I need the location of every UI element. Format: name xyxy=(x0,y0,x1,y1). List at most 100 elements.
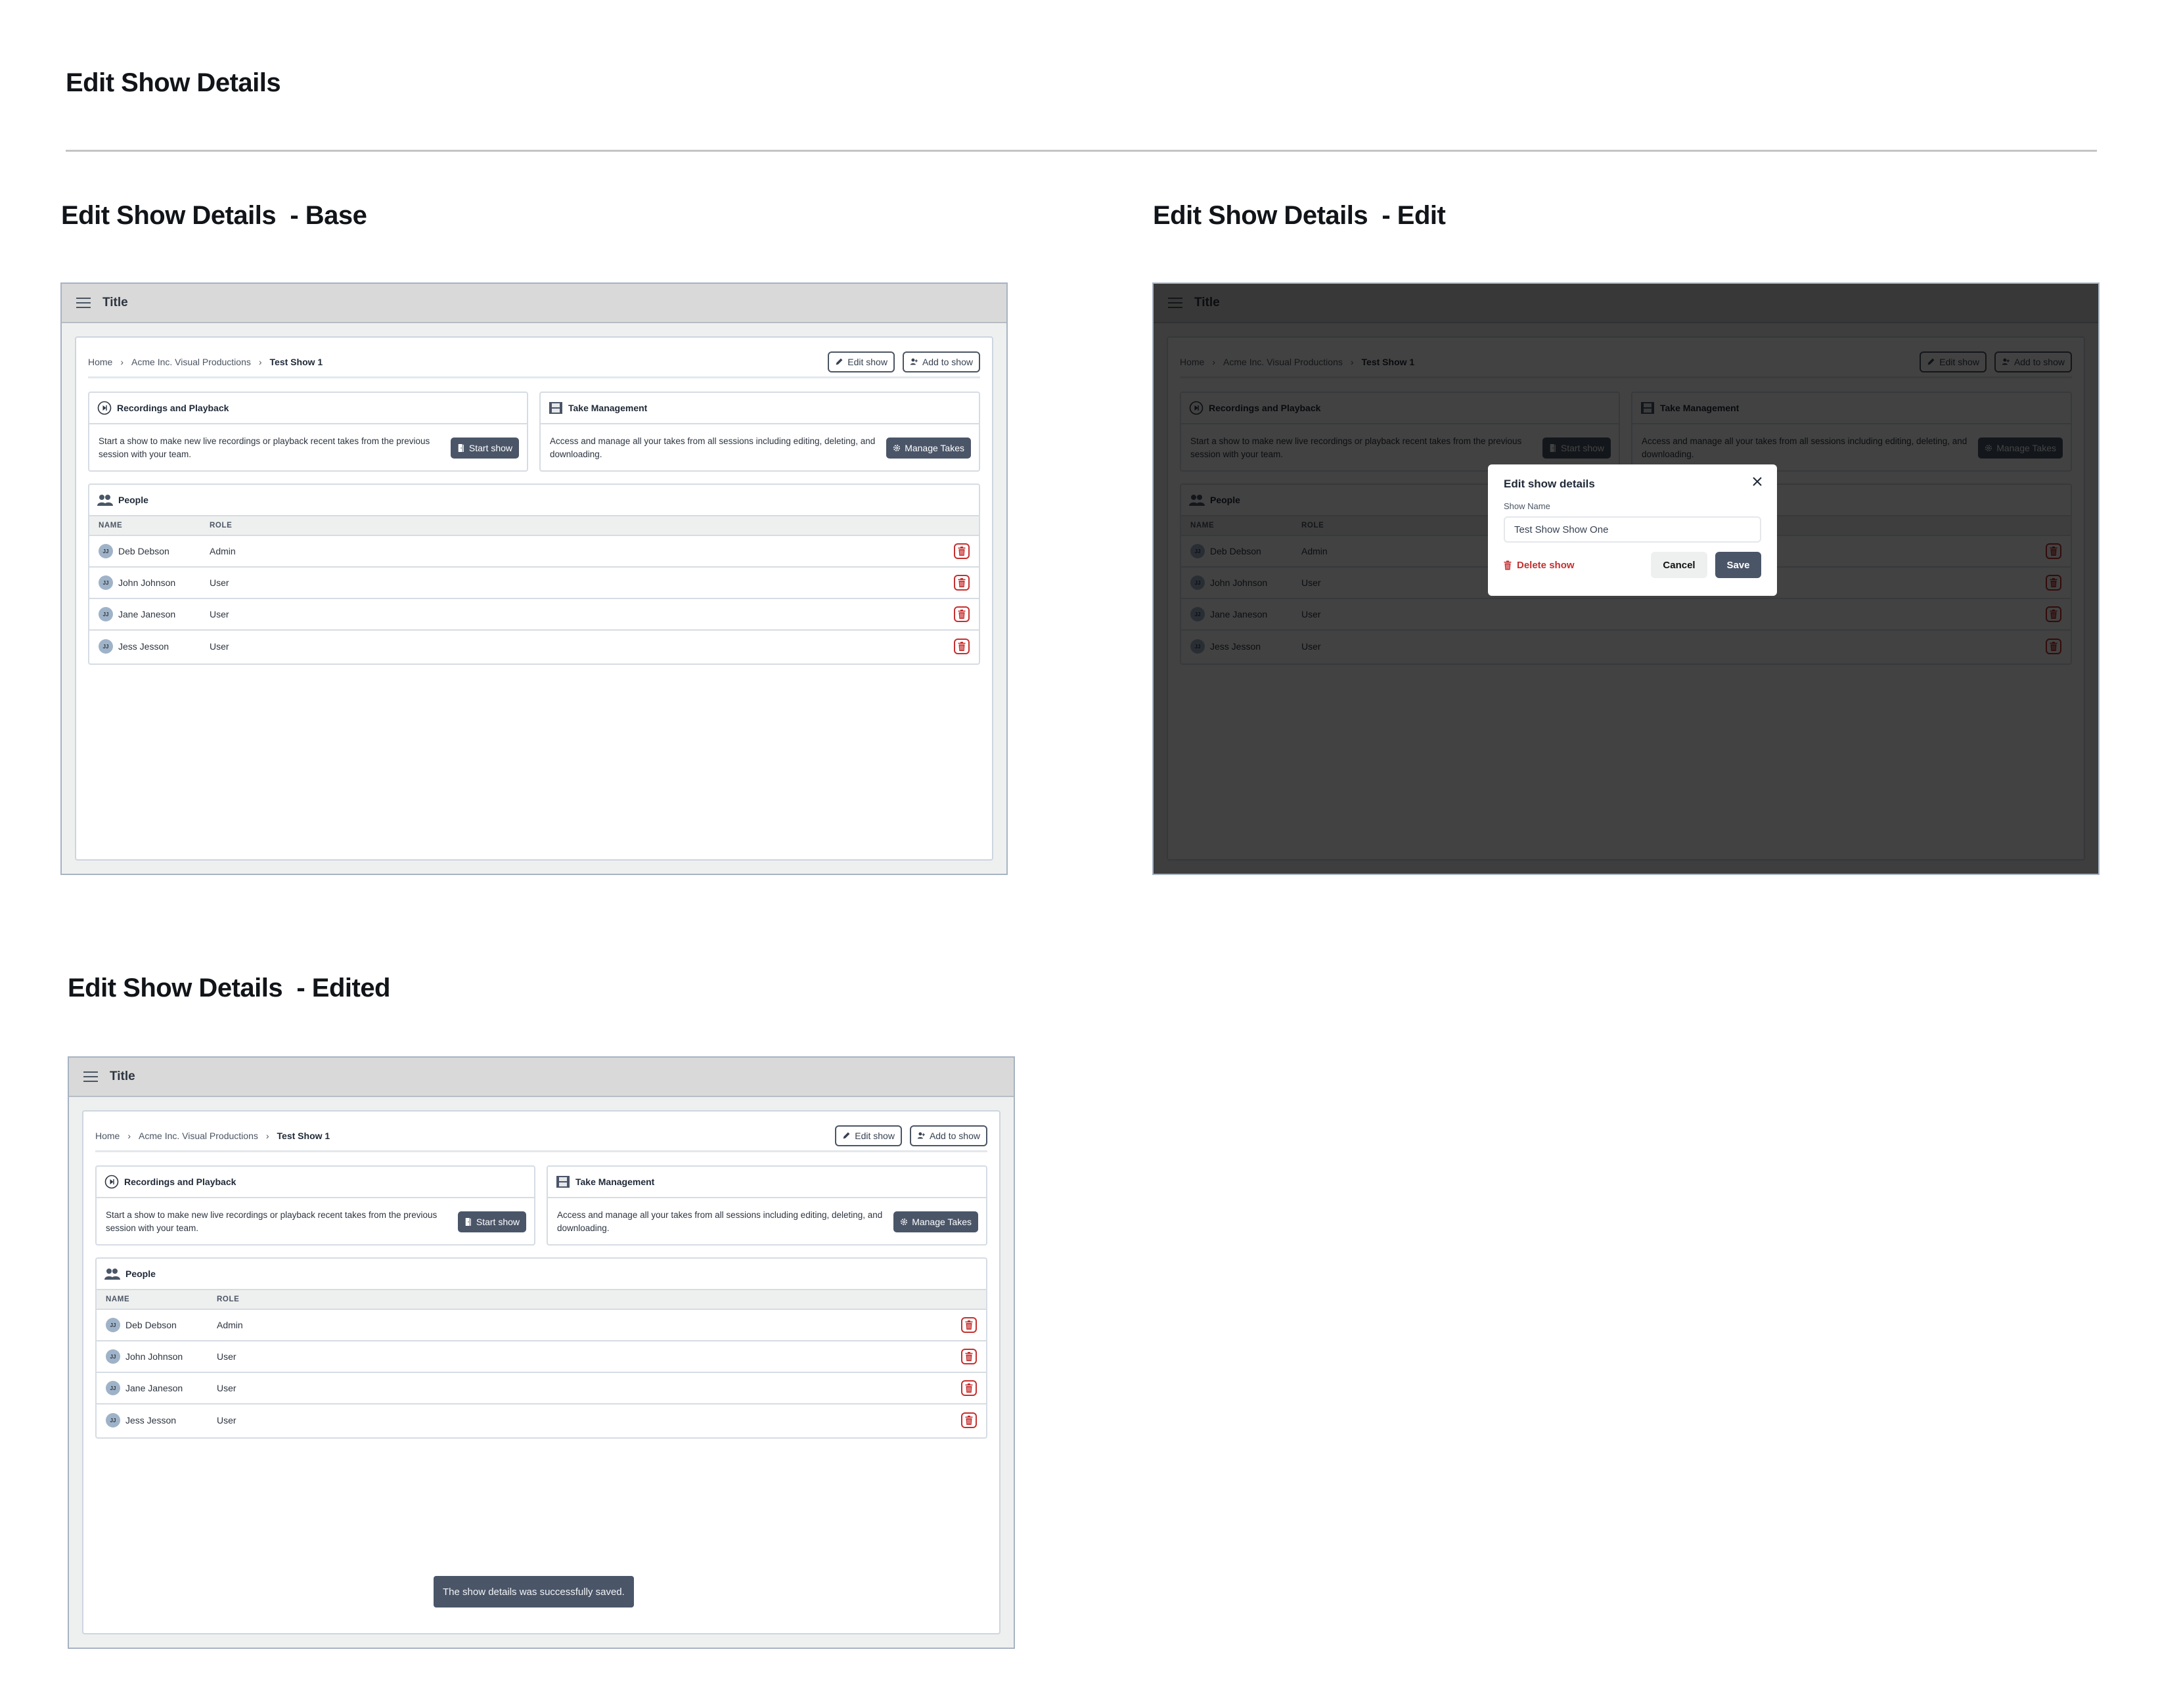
person-role: Admin xyxy=(217,1320,243,1330)
table-row: JJ Deb Debson Admin xyxy=(97,1310,986,1341)
app-topbar: Title xyxy=(69,1058,1014,1097)
success-toast: The show details was successfully saved. xyxy=(434,1576,634,1607)
start-show-button[interactable]: Start show xyxy=(450,438,519,459)
chevron-right-icon: › xyxy=(127,1130,131,1141)
edit-show-label: Edit show xyxy=(855,1130,895,1141)
breadcrumb-home[interactable]: Home xyxy=(95,1131,120,1141)
people-table-body: JJ Deb Debson Admin JJ John Johnson User… xyxy=(89,536,979,662)
section-title-edit: Edit Show Details - Edit xyxy=(1153,201,1446,230)
manage-takes-label: Manage Takes xyxy=(912,1217,972,1227)
person-role: User xyxy=(210,641,229,652)
remove-person-button[interactable] xyxy=(954,575,970,591)
avatar: JJ xyxy=(106,1349,120,1364)
film-icon xyxy=(556,1176,570,1188)
person-role: User xyxy=(217,1383,236,1393)
person-role: User xyxy=(210,609,229,619)
delete-show-button[interactable]: Delete show xyxy=(1504,560,1575,571)
take-management-description: Access and manage all your takes from al… xyxy=(557,1210,883,1233)
trash-icon xyxy=(965,1320,973,1330)
chevron-right-icon: › xyxy=(258,356,262,367)
start-show-button[interactable]: Start show xyxy=(457,1211,526,1232)
pencil-icon xyxy=(836,358,843,365)
remove-person-button[interactable] xyxy=(954,543,970,559)
person-role: User xyxy=(217,1351,236,1362)
person-role: User xyxy=(217,1415,236,1426)
show-detail-card: Home › Acme Inc. Visual Productions › Te… xyxy=(82,1110,1000,1634)
breadcrumb: Home › Acme Inc. Visual Productions › Te… xyxy=(88,357,323,367)
manage-takes-label: Manage Takes xyxy=(905,443,964,453)
users-icon xyxy=(97,495,113,506)
table-row: JJ Jane Janeson User xyxy=(89,599,979,631)
hamburger-menu-icon[interactable] xyxy=(76,298,91,308)
chevron-right-icon: › xyxy=(265,1130,269,1141)
avatar: JJ xyxy=(99,575,113,590)
frame-edit-state: Title Home › Acme Inc. Visual Production… xyxy=(1152,282,2100,875)
app-topbar: Title xyxy=(62,284,1006,323)
show-name-input[interactable] xyxy=(1504,516,1761,543)
users-icon xyxy=(104,1269,120,1280)
recordings-description: Start a show to make new live recordings… xyxy=(99,436,430,459)
gear-icon xyxy=(893,445,901,451)
remove-person-button[interactable] xyxy=(961,1349,977,1364)
show-name-label: Show Name xyxy=(1504,501,1550,511)
avatar: JJ xyxy=(106,1381,120,1395)
trash-icon xyxy=(1504,560,1512,570)
edit-show-button[interactable]: Edit show xyxy=(835,1125,902,1146)
table-row: JJ Jess Jesson User xyxy=(97,1405,986,1436)
trash-icon xyxy=(965,1352,973,1361)
trash-icon xyxy=(965,1383,973,1393)
add-to-show-button[interactable]: Add to show xyxy=(909,1125,987,1146)
trash-icon xyxy=(958,547,966,556)
start-show-label: Start show xyxy=(468,443,512,453)
modal-title: Edit show details xyxy=(1504,478,1595,490)
door-icon xyxy=(465,1218,471,1226)
hamburger-menu-icon[interactable] xyxy=(83,1071,98,1082)
section-title-base: Edit Show Details - Base xyxy=(61,201,367,230)
edit-show-modal: Edit show details Show Name Delete show … xyxy=(1488,464,1777,596)
person-role: Admin xyxy=(210,546,236,556)
show-detail-card: Home › Acme Inc. Visual Productions › Te… xyxy=(75,336,993,861)
take-management-tile: Take Management Access and manage all yo… xyxy=(547,1165,987,1246)
close-icon[interactable] xyxy=(1751,475,1764,488)
table-row: JJ John Johnson User xyxy=(97,1341,986,1373)
breadcrumb-organization[interactable]: Acme Inc. Visual Productions xyxy=(139,1131,258,1141)
add-user-icon xyxy=(910,358,918,365)
people-table-header: NAME ROLE xyxy=(97,1290,986,1310)
frame-base-state: Title Home › Acme Inc. Visual Production… xyxy=(60,282,1008,875)
breadcrumb-current: Test Show 1 xyxy=(277,1130,330,1141)
person-name: Jess Jesson xyxy=(125,1415,177,1426)
person-name: Deb Debson xyxy=(118,546,169,556)
take-management-title: Take Management xyxy=(575,1177,655,1187)
remove-person-button[interactable] xyxy=(954,639,970,654)
film-icon xyxy=(549,402,562,414)
column-header-role: ROLE xyxy=(210,522,233,529)
add-to-show-button[interactable]: Add to show xyxy=(902,351,980,372)
people-panel: People NAME ROLE JJ Deb Debson Admin JJ … xyxy=(88,483,980,665)
save-button[interactable]: Save xyxy=(1715,552,1761,578)
table-row: JJ Jane Janeson User xyxy=(97,1373,986,1405)
breadcrumb-organization[interactable]: Acme Inc. Visual Productions xyxy=(131,357,251,367)
breadcrumb-bar: Home › Acme Inc. Visual Productions › Te… xyxy=(95,1123,987,1152)
manage-takes-button[interactable]: Manage Takes xyxy=(893,1211,978,1232)
take-management-title: Take Management xyxy=(568,403,648,413)
recordings-tile: Recordings and Playback Start a show to … xyxy=(95,1165,535,1246)
cancel-button[interactable]: Cancel xyxy=(1651,552,1707,578)
person-name: Jess Jesson xyxy=(118,641,169,652)
manage-takes-button[interactable]: Manage Takes xyxy=(886,438,971,459)
title-divider xyxy=(66,150,2097,152)
breadcrumb-home[interactable]: Home xyxy=(88,357,112,367)
trash-icon xyxy=(965,1416,973,1425)
edit-show-button[interactable]: Edit show xyxy=(828,351,895,372)
remove-person-button[interactable] xyxy=(954,606,970,622)
people-panel: People NAME ROLE JJ Deb Debson Admin JJ … xyxy=(95,1257,987,1439)
person-name: John Johnson xyxy=(125,1351,183,1362)
add-to-show-label: Add to show xyxy=(929,1130,980,1141)
breadcrumb: Home › Acme Inc. Visual Productions › Te… xyxy=(95,1131,330,1141)
remove-person-button[interactable] xyxy=(961,1412,977,1428)
remove-person-button[interactable] xyxy=(961,1317,977,1333)
add-to-show-label: Add to show xyxy=(922,356,973,367)
person-role: User xyxy=(210,577,229,588)
table-row: JJ Jess Jesson User xyxy=(89,631,979,662)
breadcrumb-bar: Home › Acme Inc. Visual Productions › Te… xyxy=(88,349,980,378)
remove-person-button[interactable] xyxy=(961,1380,977,1396)
